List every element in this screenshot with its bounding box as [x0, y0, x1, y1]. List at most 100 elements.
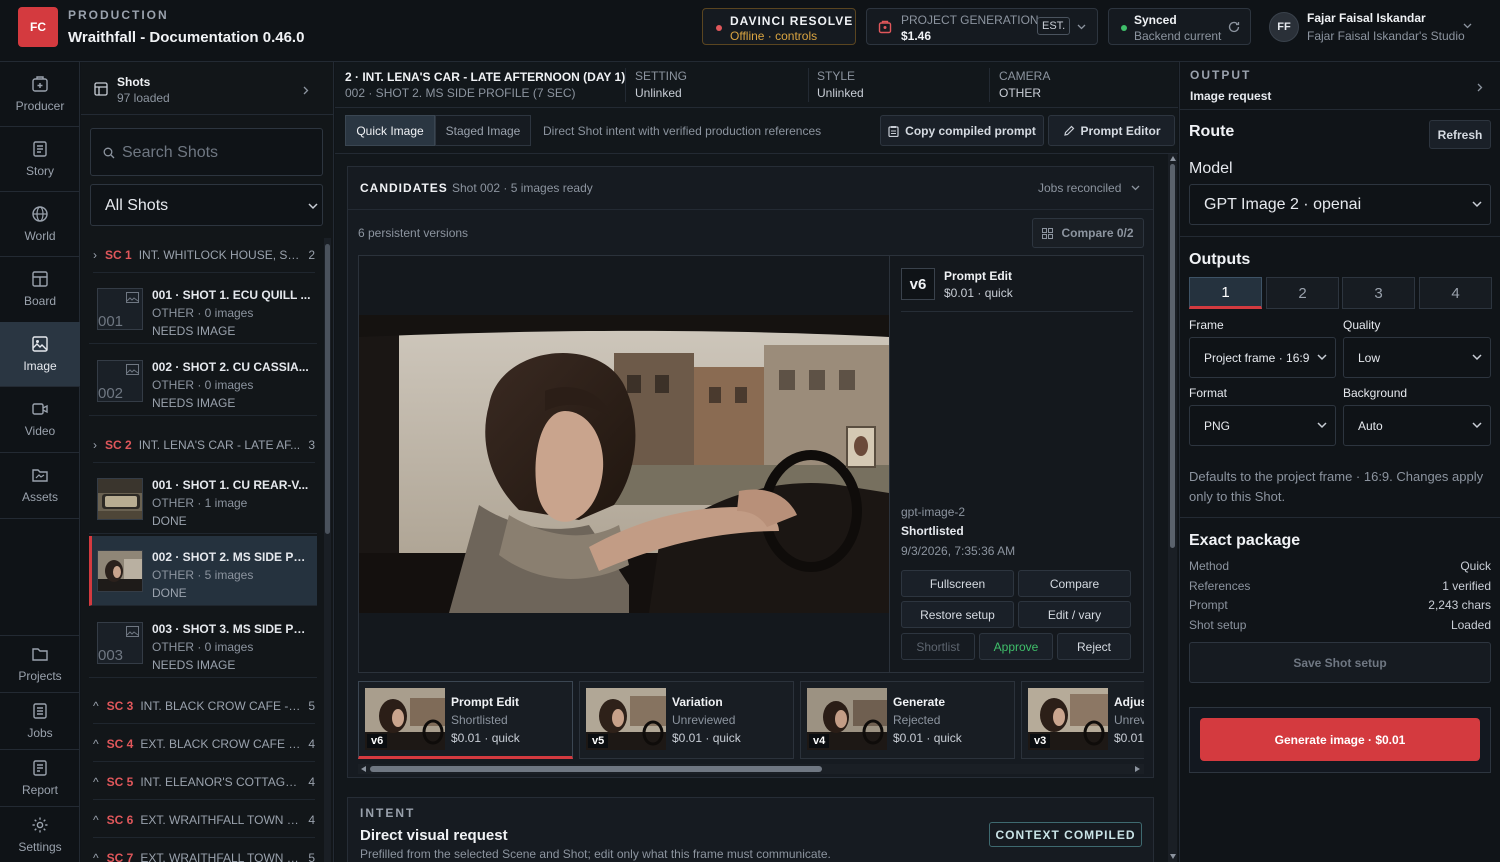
- tab-staged-image[interactable]: Staged Image: [435, 115, 531, 146]
- nav-jobs[interactable]: Jobs: [0, 693, 80, 749]
- scene-code: SC 1: [105, 247, 132, 262]
- package-key: References: [1189, 579, 1251, 593]
- scene-code: SC 2: [105, 437, 132, 452]
- jobs-reconciled[interactable]: Jobs reconciled: [1038, 181, 1121, 195]
- shot-row[interactable]: 003 003 · SHOT 3. MS SIDE PR... OTHER · …: [89, 608, 317, 678]
- candidate-viewer: v6 Prompt Edit $0.01 · quick gpt-image-2…: [358, 255, 1144, 673]
- scroll-right-icon[interactable]: [1135, 766, 1140, 772]
- scene-count: 5: [308, 698, 315, 713]
- search-placeholder: Search Shots: [122, 144, 219, 161]
- nav-report-label: Report: [21, 783, 59, 797]
- scene-row[interactable]: ^ SC 7 EXT. WRAITHFALL TOWN S... 5: [93, 840, 315, 862]
- output-count-2[interactable]: 2: [1266, 277, 1339, 309]
- generate-image-button[interactable]: Generate image · $0.01: [1200, 718, 1480, 761]
- nav-settings[interactable]: Settings: [0, 807, 80, 862]
- package-row: Method Quick: [1189, 559, 1491, 573]
- shot-status: NEEDS IMAGE: [152, 324, 236, 338]
- background-select[interactable]: Auto: [1343, 405, 1491, 446]
- shot-title: 001 · SHOT 1. ECU QUILL ...: [152, 288, 311, 302]
- shots-scrollbar[interactable]: [324, 238, 331, 862]
- shot-row[interactable]: 001 001 · SHOT 1. ECU QUILL ... OTHER · …: [89, 274, 317, 344]
- output-count-3[interactable]: 3: [1342, 277, 1415, 309]
- candidate-image[interactable]: [359, 315, 889, 613]
- fullscreen-button[interactable]: Fullscreen: [901, 570, 1014, 597]
- user-menu-chevron-icon[interactable]: [1463, 23, 1472, 29]
- nav-story[interactable]: Story: [0, 127, 80, 191]
- scroll-up-icon[interactable]: [1170, 156, 1176, 161]
- copy-prompt-button[interactable]: Copy compiled prompt: [880, 115, 1044, 146]
- nav-video-label: Video: [24, 424, 56, 438]
- woman-driving-image: [359, 315, 889, 613]
- compare-button[interactable]: Compare 0/2: [1032, 218, 1144, 248]
- shot-row[interactable]: 001 · SHOT 1. CU REAR-V... OTHER · 1 ima…: [89, 464, 317, 534]
- reject-button[interactable]: Reject: [1057, 633, 1131, 660]
- workspace-scrollbar-thumb[interactable]: [1170, 164, 1175, 548]
- shot-row[interactable]: 002 002 · SHOT 2. CU CASSIA... OTHER · 0…: [89, 346, 317, 416]
- chevron-down-icon: [1317, 354, 1327, 361]
- nav-board[interactable]: Board: [0, 257, 80, 321]
- chevron-down-icon[interactable]: [1131, 185, 1140, 191]
- candidate-card-v3[interactable]: v3 Adjust Unreviewed $0.01: [1021, 681, 1144, 759]
- resolve-status[interactable]: DAVINCI RESOLVE Offline · controls: [702, 8, 856, 45]
- nav-video[interactable]: Video: [0, 387, 80, 451]
- nav-image[interactable]: Image: [0, 322, 80, 386]
- refresh-icon[interactable]: [1227, 20, 1241, 34]
- scene-name: EXT. BLACK CROW CAFE - L...: [140, 736, 303, 751]
- frame-note: Defaults to the project frame · 16:9. Ch…: [1189, 469, 1484, 504]
- user-avatar[interactable]: FF: [1269, 12, 1299, 42]
- workspace-scrollbar[interactable]: [1168, 154, 1177, 862]
- app-logo[interactable]: FC: [18, 7, 58, 47]
- camera-value[interactable]: OTHER: [999, 86, 1041, 100]
- frame-label: Frame: [1189, 318, 1224, 332]
- output-count-4[interactable]: 4: [1419, 277, 1492, 309]
- scene-row[interactable]: ^ SC 5 INT. ELEANOR'S COTTAGE -... 4: [93, 764, 315, 800]
- strip-scrollbar-thumb[interactable]: [370, 766, 822, 772]
- shot-status: NEEDS IMAGE: [152, 658, 236, 672]
- shot-row-selected[interactable]: 002 · SHOT 2. MS SIDE PR... OTHER · 5 im…: [89, 536, 317, 606]
- format-select[interactable]: PNG: [1189, 405, 1336, 446]
- search-shots-input[interactable]: Search Shots: [90, 128, 323, 176]
- style-value[interactable]: Unlinked: [817, 86, 864, 100]
- nav-projects[interactable]: Projects: [0, 636, 80, 692]
- restore-setup-button[interactable]: Restore setup: [901, 601, 1014, 628]
- edit-vary-button[interactable]: Edit / vary: [1018, 601, 1131, 628]
- strip-scrollbar[interactable]: [358, 764, 1144, 774]
- nav-producer[interactable]: Producer: [0, 62, 80, 126]
- approve-button[interactable]: Approve: [979, 633, 1053, 660]
- scene-count: 4: [308, 774, 315, 789]
- image-icon: [32, 336, 48, 352]
- frame-select[interactable]: Project frame · 16:9: [1189, 337, 1336, 378]
- compare-candidate-button[interactable]: Compare: [1018, 570, 1131, 597]
- scene-row[interactable]: ^ SC 3 INT. BLACK CROW CAFE - L... 5: [93, 688, 315, 724]
- scene-row[interactable]: › SC 2 INT. LENA'S CAR - LATE AF... 3: [93, 427, 315, 463]
- prompt-editor-button[interactable]: Prompt Editor: [1048, 115, 1175, 146]
- project-generation[interactable]: PROJECT GENERATION $1.46 EST.: [866, 8, 1098, 45]
- output-header[interactable]: OUTPUT Image request: [1180, 62, 1500, 110]
- shots-scrollbar-thumb[interactable]: [325, 244, 330, 534]
- tab-quick-image[interactable]: Quick Image: [345, 115, 435, 146]
- scroll-left-icon[interactable]: [361, 766, 366, 772]
- shot-filter-select[interactable]: All Shots: [90, 184, 323, 226]
- generation-icon: [878, 20, 892, 34]
- save-shot-setup-button[interactable]: Save Shot setup: [1189, 642, 1491, 683]
- nav-report[interactable]: Report: [0, 750, 80, 806]
- candidate-card-v5[interactable]: v5 Variation Unreviewed $0.01 · quick: [579, 681, 794, 759]
- model-select[interactable]: GPT Image 2 · openai: [1189, 184, 1491, 225]
- shots-icon: [94, 82, 108, 96]
- shortlist-button[interactable]: Shortlist: [901, 633, 975, 660]
- quality-select[interactable]: Low: [1343, 337, 1491, 378]
- setting-value[interactable]: Unlinked: [635, 86, 682, 100]
- output-count-1[interactable]: 1: [1189, 277, 1262, 309]
- nav-assets[interactable]: Assets: [0, 453, 80, 517]
- scene-row[interactable]: ^ SC 6 EXT. WRAITHFALL TOWN S... 4: [93, 802, 315, 838]
- candidate-card-v4[interactable]: v4 Generate Rejected $0.01 · quick: [800, 681, 1015, 759]
- shots-panel-header[interactable]: Shots 97 loaded: [81, 62, 333, 115]
- scene-row[interactable]: › SC 1 INT. WHITLOCK HOUSE, SA... 2: [93, 237, 315, 273]
- nav-world[interactable]: World: [0, 192, 80, 256]
- candidate-card-v6[interactable]: v6 Prompt Edit Shortlisted $0.01 · quick: [358, 681, 573, 759]
- scroll-down-icon[interactable]: [1170, 854, 1176, 859]
- refresh-button[interactable]: Refresh: [1429, 120, 1491, 149]
- scene-row[interactable]: ^ SC 4 EXT. BLACK CROW CAFE - L... 4: [93, 726, 315, 762]
- sync-status[interactable]: Synced Backend current: [1108, 8, 1251, 45]
- package-value: Quick: [1460, 559, 1491, 573]
